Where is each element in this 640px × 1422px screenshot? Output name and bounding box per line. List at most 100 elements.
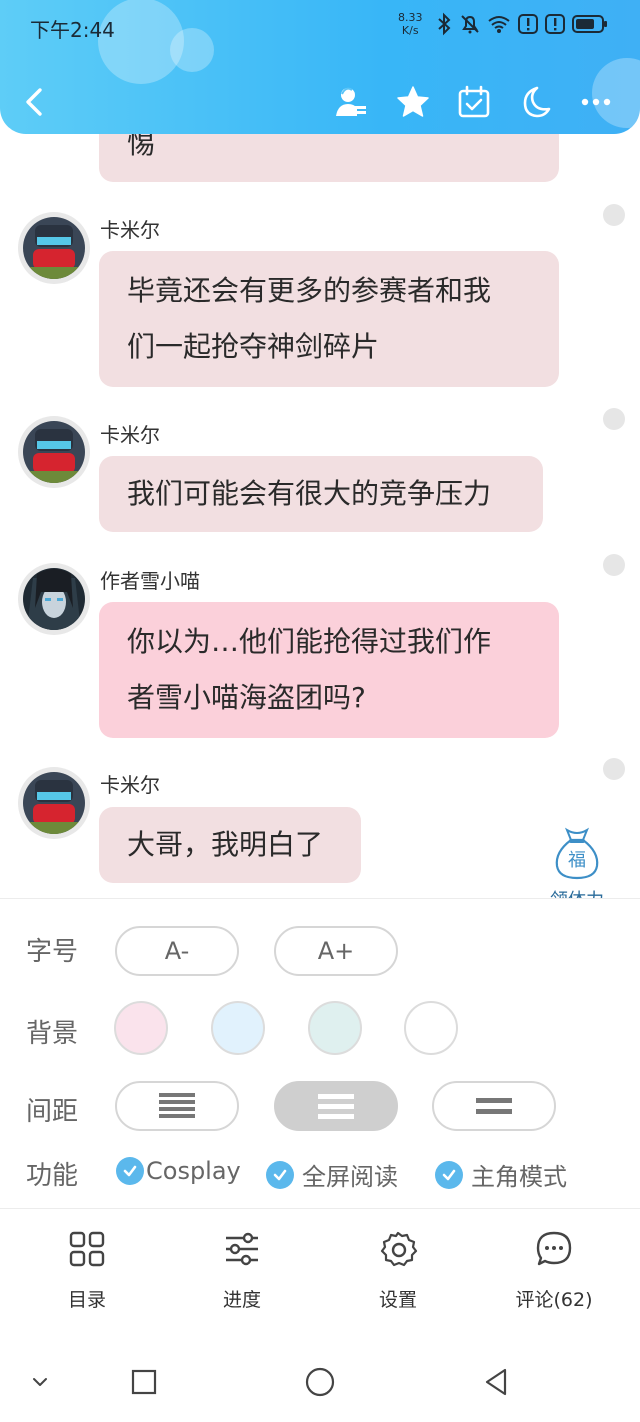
reward-label: 领体力 [546,886,608,898]
avatar[interactable] [18,416,90,488]
avatar-image [23,421,85,483]
bg-swatch-blue[interactable] [211,1001,265,1055]
avatar-image [23,568,85,630]
message-line: 你以为…他们能抢得过我们作 [127,625,492,658]
message-bubble: 大哥，我明白了 [99,807,361,883]
favorite-button[interactable] [393,82,433,122]
font-decrease-button[interactable]: A- [115,926,239,976]
spacing-loose-icon [476,1098,512,1114]
bg-swatch-pink[interactable] [114,1001,168,1055]
font-size-label: 字号 [26,937,79,967]
net-speed-value: 8.33 [398,11,423,24]
battery-icon [572,15,607,33]
avatar[interactable] [18,767,90,839]
unread-dot-icon [603,758,625,780]
font-increase-button[interactable]: A+ [274,926,398,976]
calendar-check-icon [458,85,490,118]
lucky-bag-icon: 福 [555,827,599,880]
spacing-compact-button[interactable] [115,1081,239,1131]
feature-protagonist-toggle[interactable]: 主角模式 [435,1157,567,1192]
bg-swatch-white[interactable] [404,1001,458,1055]
spacing-loose-button[interactable] [432,1081,556,1131]
net-speed: 8.33 K/s [398,11,423,37]
sender-name: 卡米尔 [100,423,160,447]
avatar[interactable] [18,563,90,635]
comment-icon [536,1231,572,1266]
unread-dot-icon [603,408,625,430]
user-share-icon [336,87,366,116]
status-time: 下午2:44 [30,18,115,42]
message-line: 毕竟还会有更多的参赛者和我 [127,274,492,307]
wifi-icon [488,16,510,33]
circle-icon [305,1367,335,1397]
nav-comments[interactable]: 评论(62) [484,1229,624,1312]
user-share-button[interactable] [330,82,370,122]
mute-bell-icon [461,15,479,34]
system-back-button[interactable] [476,1362,516,1402]
nav-label: 评论(62) [515,1289,593,1311]
alert-icon [545,14,565,34]
avatar-image [23,217,85,279]
sliders-icon [226,1232,258,1266]
grid-icon [69,1231,105,1267]
message-line: 我们可能会有很大的竞争压力 [127,477,492,510]
spacing-label: 间距 [26,1097,79,1127]
message-bubble: 我们可能会有很大的竞争压力 [99,456,543,532]
star-icon [397,86,429,117]
back-button[interactable] [14,82,54,122]
check-icon [266,1160,294,1189]
message-line: 们一起抢夺神剑碎片 [127,330,380,363]
features-label: 功能 [26,1161,79,1191]
spacing-normal-button[interactable] [274,1081,398,1131]
recents-button[interactable] [124,1362,164,1402]
reader-screen: 惕 卡米尔 毕竟还会有更多的参赛者和我 们一起抢夺神剑碎片 卡米尔 我们可能会有… [0,0,640,1422]
night-mode-button[interactable] [515,82,555,122]
sender-name: 作者雪小喵 [100,569,200,593]
spacing-compact-icon [159,1093,195,1118]
nav-settings[interactable]: 设置 [328,1229,468,1312]
nav-label: 目录 [67,1289,106,1311]
hide-nav-button[interactable] [20,1362,60,1402]
moon-icon [523,86,551,118]
status-bar: 下午2:44 8.33 K/s [0,0,640,50]
gear-icon [380,1231,418,1267]
sender-name: 卡米尔 [100,218,160,242]
header: 下午2:44 8.33 K/s [0,0,640,134]
chat-area[interactable]: 惕 卡米尔 毕竟还会有更多的参赛者和我 们一起抢夺神剑碎片 卡米尔 我们可能会有… [0,0,640,898]
net-speed-unit: K/s [401,24,419,37]
bg-swatch-teal[interactable] [308,1001,362,1055]
feature-cosplay-toggle[interactable]: Cosplay [116,1157,241,1185]
feature-fullscreen-toggle[interactable]: 全屏阅读 [266,1157,398,1192]
nav-label: 设置 [378,1289,417,1311]
message-bubble: 你以为…他们能抢得过我们作 者雪小喵海盗团吗? [99,602,559,738]
reader-settings-panel: 字号 A- A+ 背景 间距 功能 Cosplay 全屏阅读 主角模式 [0,898,640,1208]
more-button[interactable] [576,82,616,122]
back-icon [26,88,42,116]
message-bubble: 毕竟还会有更多的参赛者和我 们一起抢夺神剑碎片 [99,251,559,387]
avatar[interactable] [18,212,90,284]
nav-label: 进度 [222,1289,261,1311]
home-button[interactable] [300,1362,340,1402]
square-icon [131,1369,157,1395]
more-icon [581,98,611,106]
reward-button[interactable]: 福 领体力 [546,826,608,898]
triangle-back-icon [485,1368,507,1396]
feature-label: 主角模式 [471,1163,567,1191]
feature-label: Cosplay [146,1157,241,1185]
bluetooth-icon [438,12,451,36]
check-icon [116,1157,144,1185]
bag-char: 福 [568,850,586,871]
message-line: 大哥，我明白了 [127,828,324,861]
nav-progress[interactable]: 进度 [172,1229,312,1312]
alert-icon [518,14,538,34]
checkin-button[interactable] [454,82,494,122]
background-label: 背景 [26,1019,79,1049]
nav-catalog[interactable]: 目录 [17,1229,157,1312]
unread-dot-icon [603,204,625,226]
chevron-down-icon [33,1378,47,1386]
message-line: 者雪小喵海盗团吗? [127,681,366,714]
sender-name: 卡米尔 [100,773,160,797]
bottom-nav: 目录 进度 设置 评论(62) [0,1208,640,1332]
feature-label: 全屏阅读 [302,1163,398,1191]
unread-dot-icon [603,554,625,576]
